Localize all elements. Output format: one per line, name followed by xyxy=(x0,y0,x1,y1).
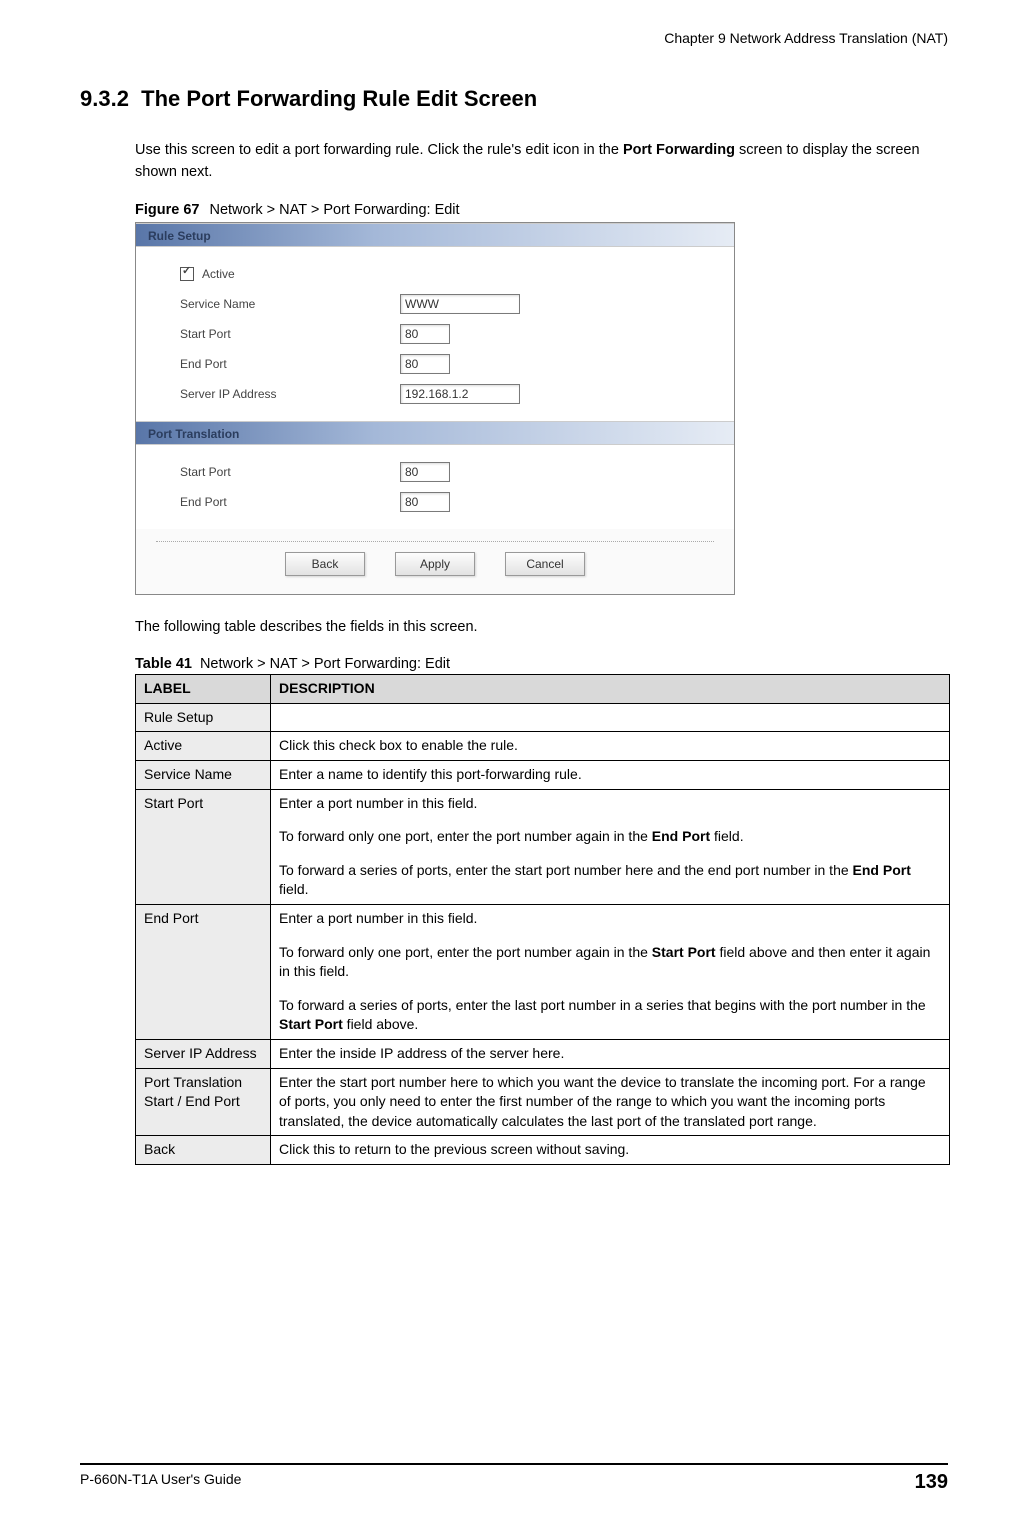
end-port-input[interactable] xyxy=(400,354,450,374)
cell-desc: Click this to return to the previous scr… xyxy=(271,1136,950,1165)
table-caption: Table 41Network > NAT > Port Forwarding:… xyxy=(135,656,948,672)
cell-desc xyxy=(271,703,950,732)
col-description: DESCRIPTION xyxy=(271,675,950,704)
cell-desc: Enter the inside IP address of the serve… xyxy=(271,1039,950,1068)
description-table: LABEL DESCRIPTION Rule Setup Active Clic… xyxy=(135,674,950,1165)
server-ip-input[interactable] xyxy=(400,384,520,404)
active-checkbox[interactable]: ✓ xyxy=(180,267,194,281)
cell-label: Active xyxy=(136,732,271,761)
footer-guide: P-660N-T1A User's Guide xyxy=(80,1471,241,1494)
table-intro: The following table describes the fields… xyxy=(135,617,948,639)
cell-desc: Enter a port number in this field. To fo… xyxy=(271,789,950,904)
rule-setup-panel: ✓ Active Service Name Start Port End Por… xyxy=(136,247,734,421)
server-ip-label: Server IP Address xyxy=(180,387,400,401)
check-icon: ✓ xyxy=(182,266,191,277)
section-number: 9.3.2 xyxy=(80,86,129,111)
figure-caption: Figure 67Network > NAT > Port Forwarding… xyxy=(135,202,948,218)
cell-desc: Click this check box to enable the rule. xyxy=(271,732,950,761)
table-row: Active Click this check box to enable th… xyxy=(136,732,950,761)
cell-label: Back xyxy=(136,1136,271,1165)
table-row: Port Translation Start / End Port Enter … xyxy=(136,1068,950,1136)
service-name-input[interactable] xyxy=(400,294,520,314)
screenshot-figure: Rule Setup ✓ Active Service Name Start P… xyxy=(135,222,735,595)
page-footer: P-660N-T1A User's Guide 139 xyxy=(80,1463,948,1494)
active-label: Active xyxy=(202,267,235,281)
cell-label: Start Port xyxy=(136,789,271,904)
cell-desc: Enter a port number in this field. To fo… xyxy=(271,905,950,1040)
cell-label: Service Name xyxy=(136,761,271,790)
end-port-label: End Port xyxy=(180,357,400,371)
cell-label: Server IP Address xyxy=(136,1039,271,1068)
pt-start-port-label: Start Port xyxy=(180,465,400,479)
table-row: Rule Setup xyxy=(136,703,950,732)
rule-setup-bar: Rule Setup xyxy=(136,223,734,247)
apply-button[interactable]: Apply xyxy=(395,552,475,576)
service-name-label: Service Name xyxy=(180,297,400,311)
pt-start-port-input[interactable] xyxy=(400,462,450,482)
divider xyxy=(156,541,714,542)
intro-paragraph: Use this screen to edit a port forwardin… xyxy=(135,140,948,184)
page-number: 139 xyxy=(915,1471,948,1494)
cancel-button[interactable]: Cancel xyxy=(505,552,585,576)
section-title: The Port Forwarding Rule Edit Screen xyxy=(141,86,537,111)
button-row: Back Apply Cancel xyxy=(136,552,734,594)
pt-end-port-input[interactable] xyxy=(400,492,450,512)
port-translation-bar: Port Translation xyxy=(136,421,734,445)
chapter-header: Chapter 9 Network Address Translation (N… xyxy=(80,30,948,46)
start-port-input[interactable] xyxy=(400,324,450,344)
section-heading: 9.3.2 The Port Forwarding Rule Edit Scre… xyxy=(80,86,948,112)
table-row: Back Click this to return to the previou… xyxy=(136,1136,950,1165)
cell-desc: Enter a name to identify this port-forwa… xyxy=(271,761,950,790)
cell-label: Port Translation Start / End Port xyxy=(136,1068,271,1136)
start-port-label: Start Port xyxy=(180,327,400,341)
cell-label: Rule Setup xyxy=(136,703,271,732)
table-row: End Port Enter a port number in this fie… xyxy=(136,905,950,1040)
table-row: Service Name Enter a name to identify th… xyxy=(136,761,950,790)
table-row: Server IP Address Enter the inside IP ad… xyxy=(136,1039,950,1068)
back-button[interactable]: Back xyxy=(285,552,365,576)
table-header-row: LABEL DESCRIPTION xyxy=(136,675,950,704)
cell-desc: Enter the start port number here to whic… xyxy=(271,1068,950,1136)
table-row: Start Port Enter a port number in this f… xyxy=(136,789,950,904)
port-translation-panel: Start Port End Port xyxy=(136,445,734,529)
cell-label: End Port xyxy=(136,905,271,1040)
pt-end-port-label: End Port xyxy=(180,495,400,509)
col-label: LABEL xyxy=(136,675,271,704)
